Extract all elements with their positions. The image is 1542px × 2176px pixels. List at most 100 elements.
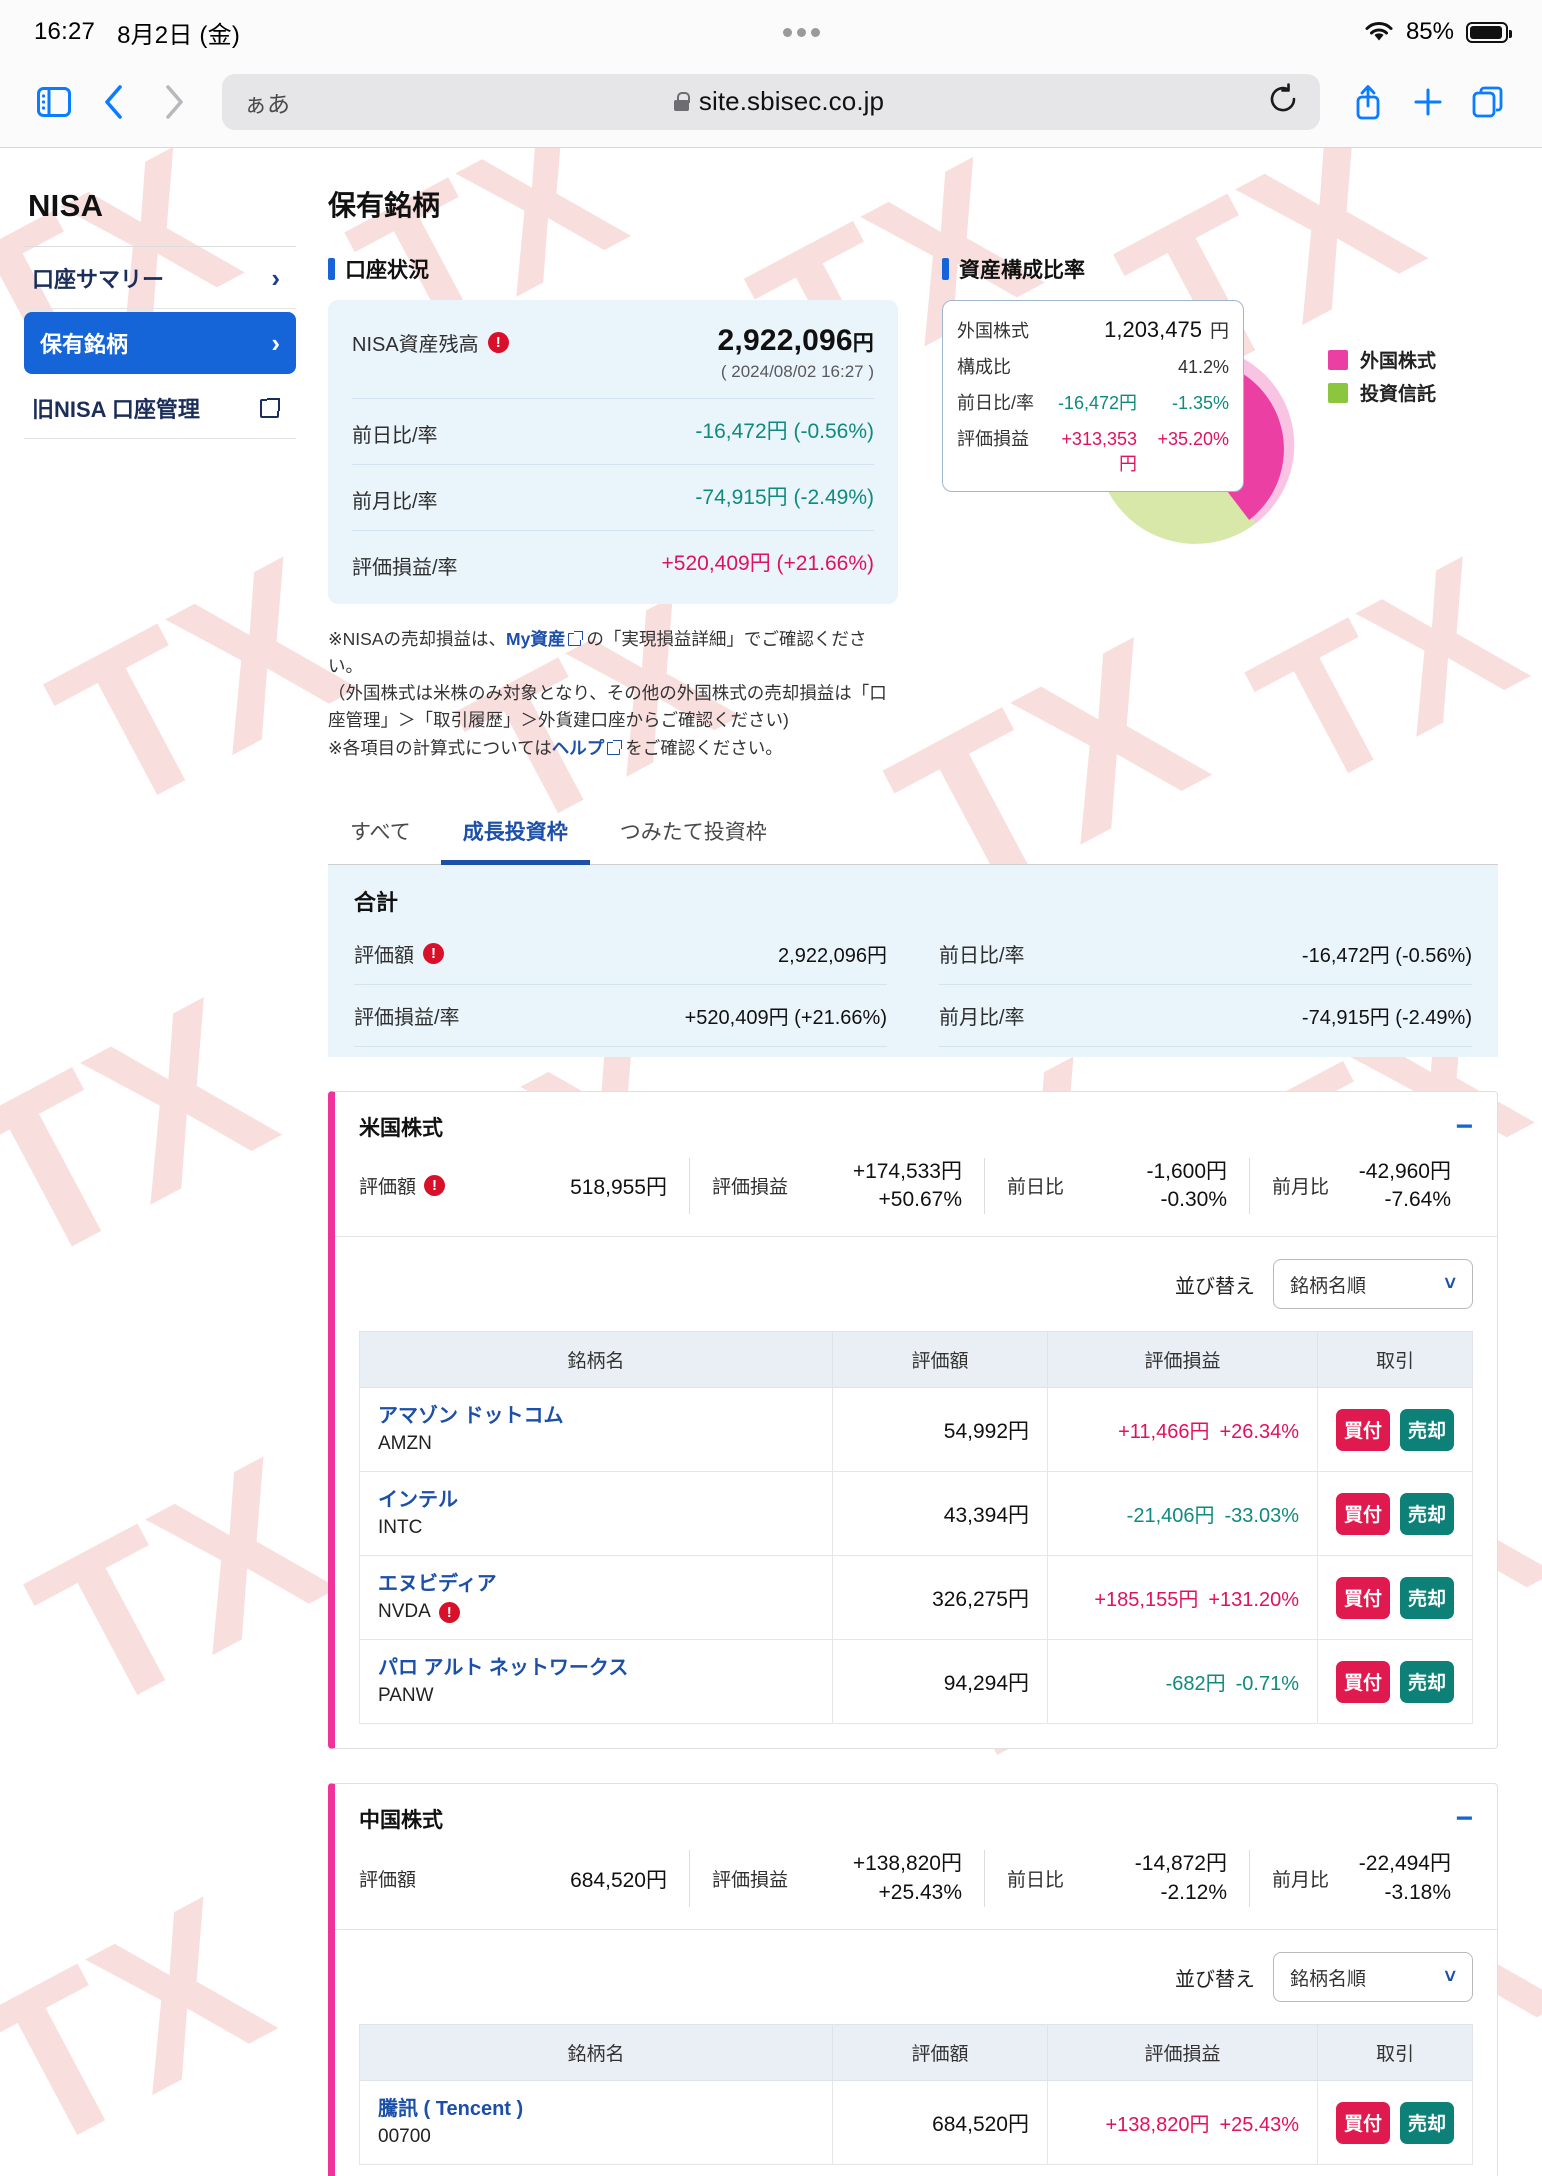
balance-amount: 2,922,096円 [718, 324, 874, 357]
help-link[interactable]: ヘルプ [552, 738, 605, 758]
sort-select[interactable]: 銘柄名順 ˅ [1273, 1952, 1473, 2002]
forward-chevron-icon[interactable] [146, 74, 202, 130]
group-header[interactable]: 中国株式 − [335, 1784, 1497, 1846]
group-header[interactable]: 米国株式 − [335, 1092, 1497, 1154]
tooltip-daily-label: 前日比/率 [957, 393, 1035, 413]
stock-name-link[interactable]: 騰訊 ( Tencent ) [378, 2097, 814, 2122]
holdings-table: 銘柄名 評価額 評価損益 取引 騰訊 ( Tencent ) 00700 684… [359, 2024, 1473, 2165]
cell-name: 騰訊 ( Tencent ) 00700 [359, 2080, 833, 2165]
multitask-handle[interactable] [240, 27, 1364, 37]
minus-icon[interactable]: − [1455, 1804, 1473, 1834]
sell-button[interactable]: 売却 [1400, 1408, 1454, 1451]
stat-label: 評価損益 [712, 1870, 789, 1892]
url-text: site.sbisec.co.jp [698, 86, 885, 116]
sidebar-item-old-nisa[interactable]: 旧NISA 口座管理 [24, 377, 296, 439]
buy-button[interactable]: 買付 [1336, 2101, 1390, 2144]
legend-item-investment-trust[interactable]: 投資信託 [1328, 379, 1436, 406]
text-size-button[interactable]: ぁあ [244, 85, 290, 119]
cell-name: インテル INTC [359, 1471, 833, 1557]
holdings-table: 銘柄名 評価額 評価損益 取引 アマゾン ドットコム AMZN 54,992円 … [359, 1331, 1473, 1725]
tab-all[interactable]: すべて [328, 806, 433, 864]
address-bar[interactable]: ぁあ site.sbisec.co.jp [222, 73, 1320, 130]
row-value: 2,922,096円 [778, 944, 887, 967]
url-display[interactable]: site.sbisec.co.jp [290, 86, 1268, 117]
account-status-card: NISA資産残高 ! 2,922,096円 ( 2024/08/02 16:27… [328, 300, 898, 604]
cell-valuation: 684,520円 [832, 2080, 1048, 2165]
tooltip-row-name: 外国株式 1,203,475 円 [957, 311, 1229, 348]
pl-amount: +11,466円 [1118, 1421, 1210, 1444]
reload-icon[interactable] [1268, 83, 1298, 120]
account-row-pl: 評価損益/率 +520,409円 (+21.66%) [352, 531, 874, 596]
cell-valuation: 43,394円 [832, 1471, 1048, 1557]
stock-name-link[interactable]: アマゾン ドットコム [378, 1404, 814, 1429]
sidebar-item-label: 旧NISA 口座管理 [32, 396, 200, 422]
sidebar-item-holdings[interactable]: 保有銘柄 › [24, 312, 296, 374]
row-value: -16,472円 (-0.56%) [695, 420, 874, 443]
th-valuation: 評価額 [832, 1331, 1048, 1389]
row-value: -74,915円 (-2.49%) [1301, 1006, 1472, 1029]
buy-button[interactable]: 買付 [1336, 1408, 1390, 1451]
ios-status-bar: 16:27 8月2日 (金) 85% [0, 0, 1542, 64]
my-assets-link[interactable]: My資産 [506, 629, 565, 649]
three-dots-icon[interactable] [783, 27, 821, 37]
th-pl: 評価損益 [1047, 2024, 1318, 2081]
stock-name-link[interactable]: インテル [378, 1488, 814, 1513]
stock-ticker: PANW [378, 1685, 814, 1707]
group-stats: 評価額 684,520円 評価損益 +138,820円 +25.43% 前日比 [335, 1846, 1497, 1930]
group-card-us-stocks: 米国株式 − 評価額 ! 518,955円 評価損益 +174,533円 +50… [328, 1090, 1498, 1750]
account-status-heading: 口座状況 [328, 254, 898, 284]
tabs-overview-icon[interactable] [1460, 74, 1516, 130]
buy-button[interactable]: 買付 [1336, 1576, 1390, 1619]
sort-select[interactable]: 銘柄名順 ˅ [1273, 1259, 1473, 1310]
back-chevron-icon[interactable] [86, 74, 142, 130]
sidebar-item-account-summary[interactable]: 口座サマリー › [24, 247, 296, 309]
tab-tsumitate-quota[interactable]: つみたて投資枠 [598, 806, 789, 864]
total-row-pl: 評価損益/率 +520,409円 (+21.66%) [354, 985, 887, 1047]
warning-icon[interactable]: ! [487, 332, 509, 353]
pl-amount: -682円 [1165, 1673, 1226, 1696]
minus-icon[interactable]: − [1455, 1111, 1473, 1141]
pl-percent: -33.03% [1224, 1505, 1300, 1528]
warning-icon[interactable]: ! [423, 942, 444, 964]
tooltip-pl-label: 評価損益 [957, 429, 1029, 449]
action-buttons: 買付 売却 [1336, 1576, 1454, 1619]
chevron-down-icon: ˅ [1444, 1965, 1456, 1988]
wifi-icon [1365, 22, 1393, 41]
stat-percent: -3.18% [1384, 1880, 1451, 1904]
sidebar-toggle-icon[interactable] [26, 74, 82, 130]
stat-value: 684,520円 [570, 1868, 667, 1892]
cell-pl: +185,155円 +131.20% [1047, 1555, 1318, 1641]
composition-chart-wrap: 外国株式 1,203,475 円 構成比 41.2% 前日比/率 -16,472… [942, 300, 1498, 544]
sell-button[interactable]: 売却 [1400, 1492, 1454, 1535]
plus-icon[interactable] [1400, 74, 1456, 130]
action-buttons: 買付 売却 [1336, 1408, 1454, 1451]
pl-percent: +25.43% [1219, 2114, 1299, 2136]
tooltip-category: 外国株式 [957, 321, 1029, 341]
sell-button[interactable]: 売却 [1400, 1576, 1454, 1619]
account-row-balance: NISA資産残高 ! 2,922,096円 ( 2024/08/02 16:27… [352, 308, 874, 399]
warning-icon[interactable]: ! [424, 1175, 446, 1197]
tab-growth-quota[interactable]: 成長投資枠 [440, 806, 590, 865]
share-icon[interactable] [1340, 74, 1396, 130]
warning-icon[interactable]: ! [438, 1601, 460, 1623]
tooltip-amount: 1,203,475 [1104, 317, 1202, 342]
row-label: 評価額 ! [354, 939, 444, 968]
group-table-wrap: 銘柄名 評価額 評価損益 取引 アマゾン ドットコム AMZN 54,992円 … [335, 1331, 1497, 1748]
sell-button[interactable]: 売却 [1400, 1660, 1454, 1703]
pl-amount: -21,406円 [1126, 1505, 1215, 1528]
chevron-right-icon: › [271, 262, 280, 293]
sell-button[interactable]: 売却 [1400, 2101, 1454, 2144]
legend-item-foreign-equity[interactable]: 外国株式 [1328, 346, 1436, 373]
cell-valuation: 94,294円 [832, 1639, 1048, 1725]
buy-button[interactable]: 買付 [1336, 1660, 1390, 1703]
row-value: -16,472円 (-0.56%) [1301, 944, 1472, 967]
total-row-valuation: 評価額 ! 2,922,096円 [354, 923, 887, 985]
stat-value: -42,960円 -7.64% [1351, 1158, 1451, 1215]
status-left: 16:27 8月2日 (金) [34, 15, 240, 50]
stock-name-link[interactable]: パロ アルト ネットワークス [378, 1656, 814, 1681]
stock-name-link[interactable]: エヌビディア [378, 1572, 814, 1597]
group-name: 米国株式 [359, 1116, 443, 1140]
buy-button[interactable]: 買付 [1336, 1492, 1390, 1535]
sort-bar: 並び替え 銘柄名順 ˅ [335, 1930, 1497, 2024]
external-link-icon [607, 739, 623, 755]
